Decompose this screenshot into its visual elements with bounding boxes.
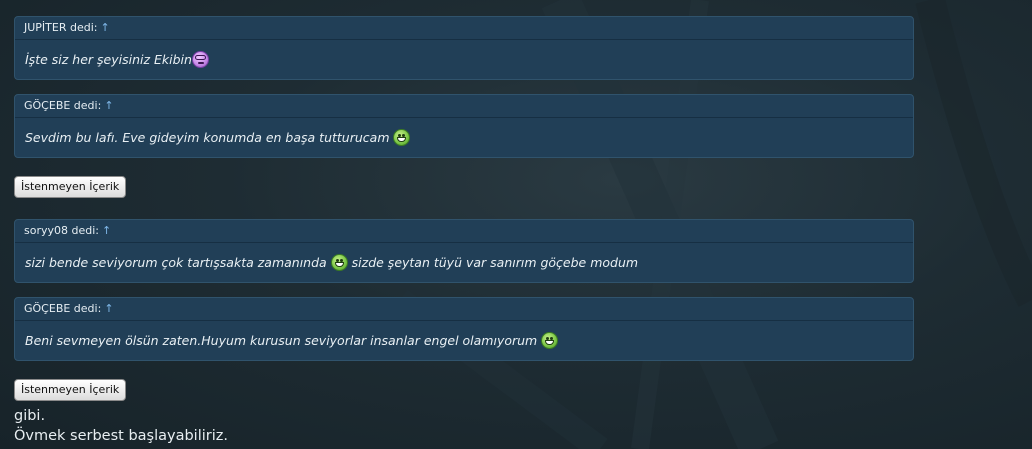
- quote-box: soryy08 dedi: ↑ sizi bende seviyorum çok …: [14, 219, 914, 283]
- nerd-smiley-icon: [191, 51, 209, 68]
- jump-to-post-arrow-icon[interactable]: ↑: [104, 99, 113, 112]
- jump-to-post-arrow-icon[interactable]: ↑: [102, 224, 111, 237]
- grin-smiley-icon: [393, 129, 411, 146]
- post-text-line: gibi.: [14, 408, 46, 424]
- quote-text-content: Beni sevmeyen ölsün zaten.Huyum kurusun …: [25, 333, 542, 348]
- quote-box: JUPİTER dedi: ↑ İşte siz her şeyisiniz Ek…: [14, 16, 914, 80]
- quote-box: GÖÇEBE dedi: ↑ Beni sevmeyen ölsün zaten.…: [14, 297, 914, 361]
- unwanted-content-button[interactable]: İstenmeyen İçerik: [14, 176, 127, 198]
- jump-to-post-arrow-icon[interactable]: ↑: [104, 302, 113, 315]
- quote-header: GÖÇEBE dedi: ↑: [15, 95, 913, 118]
- quote-header: JUPİTER dedi: ↑: [15, 17, 913, 40]
- quote-text: sizi bende seviyorum çok tartışsakta zam…: [15, 243, 913, 282]
- quote-author: GÖÇEBE dedi:: [24, 99, 102, 112]
- quote-author: JUPİTER dedi:: [24, 21, 98, 34]
- quote-author: soryy08 dedi:: [24, 224, 99, 237]
- grin-smiley-icon: [330, 254, 348, 271]
- jump-to-post-arrow-icon[interactable]: ↑: [100, 21, 109, 34]
- quote-text-continued: sizde şeytan tüyü var sanırım göçebe mod…: [347, 255, 639, 270]
- unwanted-content-button[interactable]: İstenmeyen İçerik: [14, 379, 127, 401]
- quote-author: GÖÇEBE dedi:: [24, 302, 102, 315]
- quote-text-content: Sevdim bu lafı. Eve gideyim konumda en b…: [25, 130, 394, 145]
- grin-smiley-icon: [541, 332, 559, 349]
- quote-box: GÖÇEBE dedi: ↑ Sevdim bu lafı. Eve gideyi…: [14, 94, 914, 158]
- quote-header: soryy08 dedi: ↑: [15, 220, 913, 243]
- post-text-line: Övmek serbest başlayabiliriz.: [14, 428, 228, 444]
- quote-text-content: sizi bende seviyorum çok tartışsakta zam…: [25, 255, 331, 270]
- quote-text: İşte siz her şeyisiniz Ekibin: [15, 40, 913, 79]
- quote-header: GÖÇEBE dedi: ↑: [15, 298, 913, 321]
- quote-text: Sevdim bu lafı. Eve gideyim konumda en b…: [15, 118, 913, 157]
- quote-text-content: İşte siz her şeyisiniz Ekibin: [25, 52, 192, 67]
- quote-text: Beni sevmeyen ölsün zaten.Huyum kurusun …: [15, 321, 913, 360]
